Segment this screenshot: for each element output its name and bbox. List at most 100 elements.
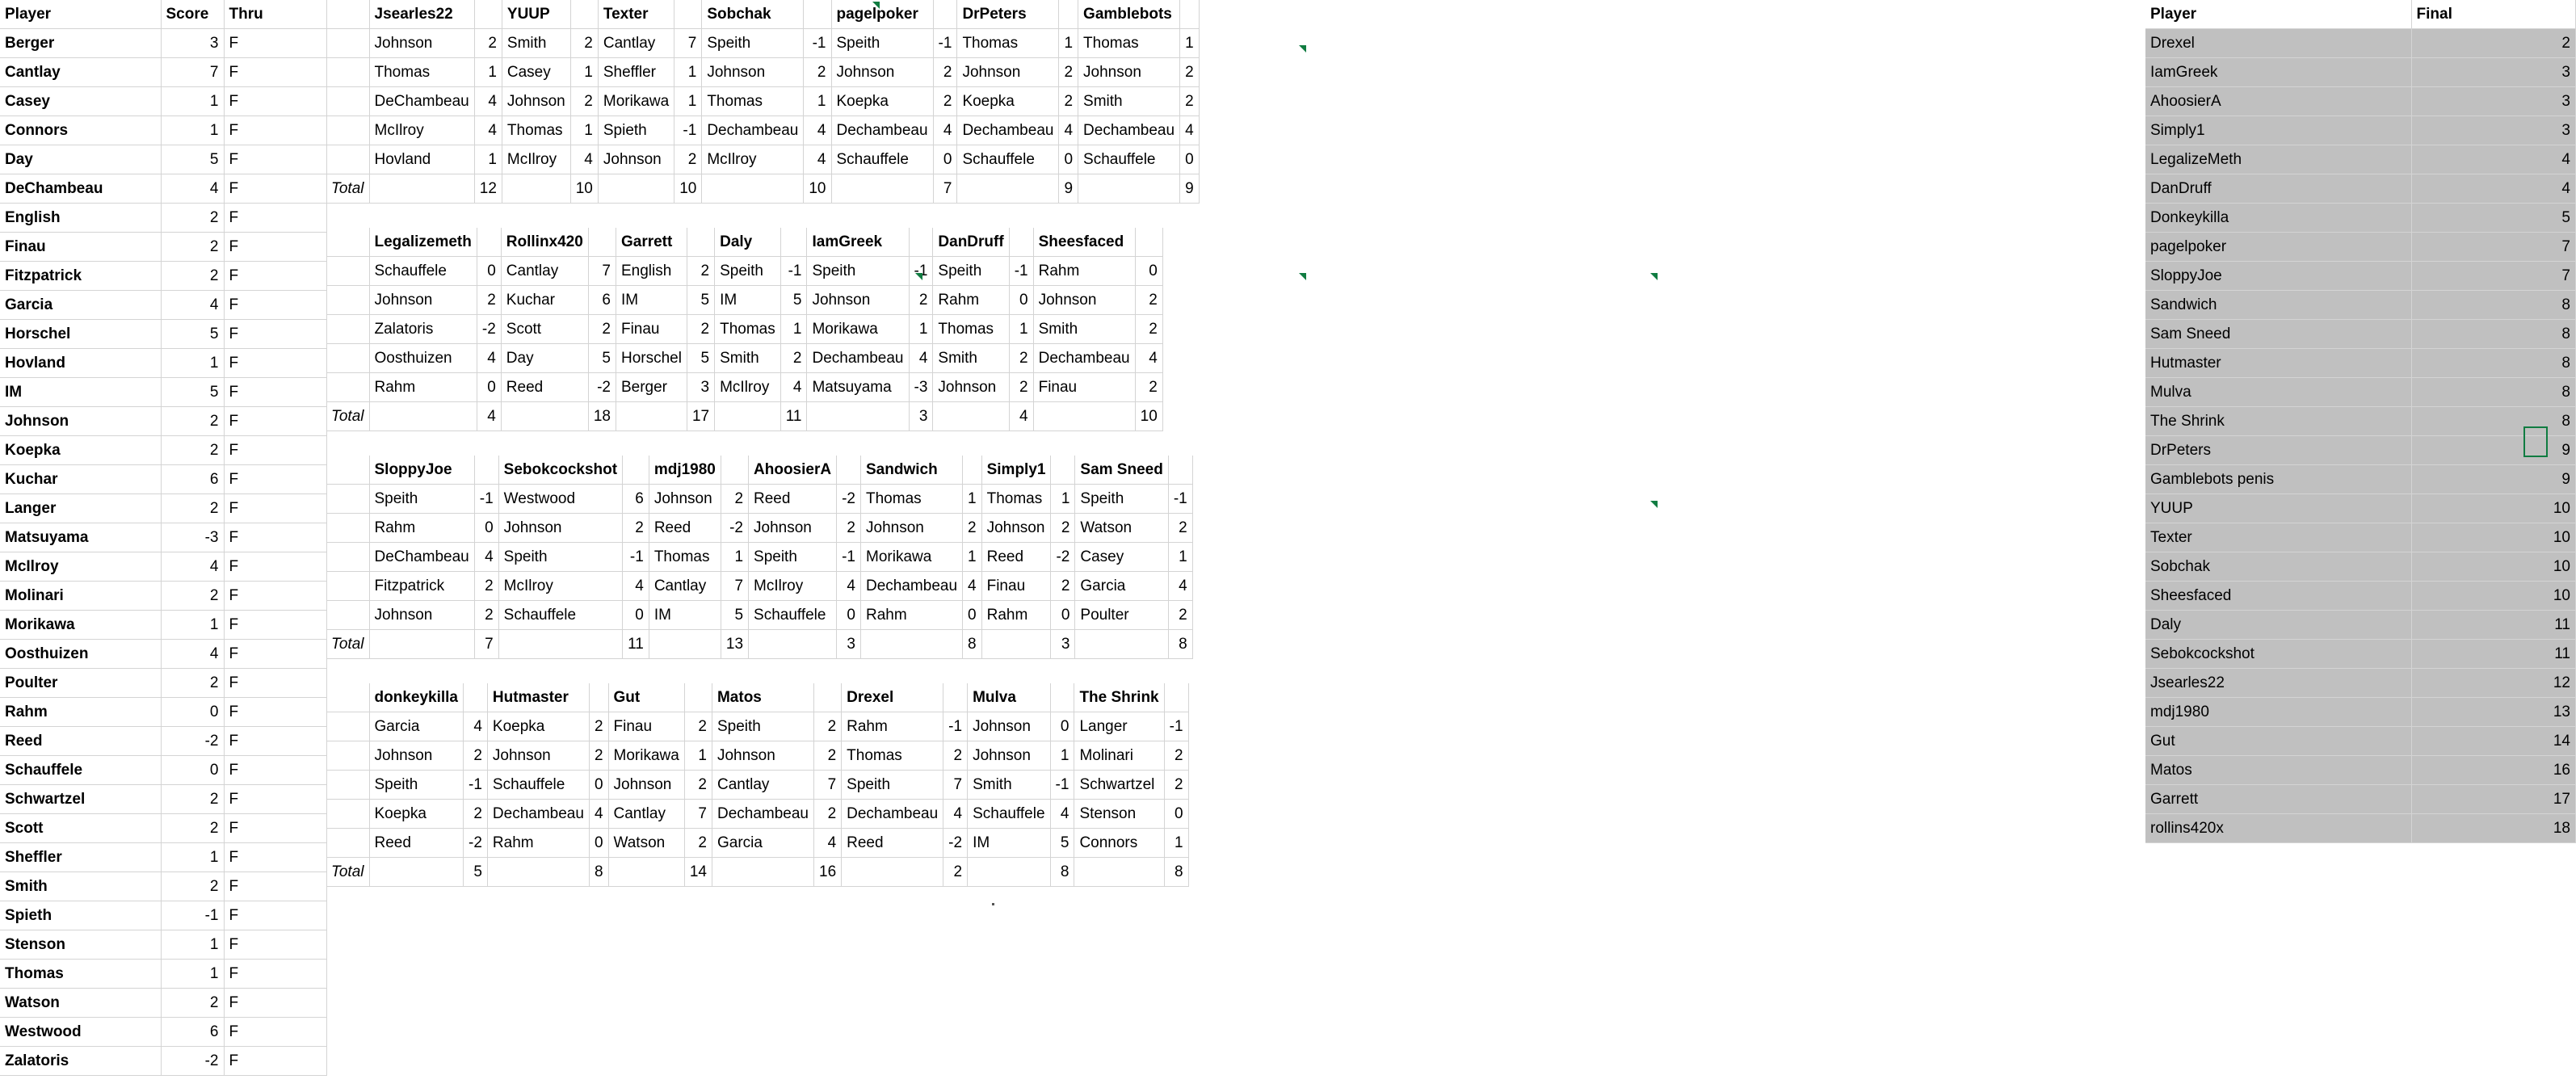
team-pick-value[interactable]: 2 — [943, 741, 969, 771]
team-pick-name[interactable]: Rahm — [369, 372, 477, 402]
team-pick-value[interactable]: 1 — [803, 86, 832, 116]
team-pick-value[interactable]: 1 — [909, 314, 934, 344]
team-pick-value[interactable]: 4 — [463, 712, 488, 741]
team-pick-value[interactable]: 0 — [1058, 145, 1079, 174]
standings-player-cell[interactable]: Sobchak — [2145, 552, 2412, 582]
standings-player-cell[interactable]: Sheesfaced — [2145, 581, 2412, 611]
team-pick-value[interactable]: 2 — [684, 712, 712, 741]
team-pick-value[interactable]: 2 — [1058, 86, 1079, 116]
leaderboard-row[interactable]: Morikawa 1 F — [0, 610, 327, 640]
standings-final-cell[interactable]: 10 — [2411, 494, 2576, 523]
team-pick-value[interactable]: 2 — [589, 712, 609, 741]
player-thru-cell[interactable]: F — [224, 697, 327, 727]
team-pick-value[interactable]: 2 — [570, 28, 599, 58]
player-name-cell[interactable]: Horschel — [0, 319, 162, 349]
team-pick-value[interactable]: 0 — [474, 513, 499, 543]
team-pick-value[interactable]: 0 — [477, 372, 502, 402]
player-score-cell[interactable]: 5 — [161, 377, 225, 407]
player-score-cell[interactable]: 4 — [161, 552, 225, 582]
team-pick-name[interactable]: Dechambeau — [831, 116, 934, 145]
standings-final-cell[interactable]: 14 — [2411, 726, 2576, 756]
team-pick-name[interactable]: Molinari — [1074, 741, 1165, 771]
team-pick-value[interactable]: 4 — [962, 571, 982, 601]
player-name-cell[interactable]: Westwood — [0, 1017, 162, 1047]
team-pick-name[interactable]: Thomas — [502, 116, 571, 145]
team-pick-value[interactable]: -1 — [803, 28, 832, 58]
team-pick-name[interactable]: Rahm — [860, 600, 964, 630]
team-pick-value[interactable]: 5 — [687, 343, 716, 373]
player-score-cell[interactable]: 5 — [161, 145, 225, 174]
team-pick-name[interactable]: Reed — [981, 542, 1052, 572]
team-pick-name[interactable]: Smith — [967, 770, 1051, 800]
team-pick-name[interactable]: Watson — [608, 828, 685, 858]
team-pick-name[interactable]: IM — [967, 828, 1051, 858]
player-name-cell[interactable]: Schwartzel — [0, 784, 162, 814]
team-pick-name[interactable]: Johnson — [1033, 285, 1136, 315]
standings-final-cell[interactable]: 7 — [2411, 232, 2576, 262]
team-pick-value[interactable]: 1 — [570, 116, 599, 145]
team-pick-name[interactable]: Oosthuizen — [369, 343, 477, 373]
player-thru-cell[interactable]: F — [224, 668, 327, 698]
player-thru-cell[interactable]: F — [224, 1017, 327, 1047]
team-name-header[interactable]: Simply1 — [981, 456, 1052, 485]
team-pick-name[interactable]: Rahm — [932, 285, 1010, 315]
team-pick-value[interactable]: -1 — [474, 484, 499, 514]
team-pick-value[interactable]: 2 — [721, 484, 750, 514]
player-score-cell[interactable]: 2 — [161, 872, 225, 901]
team-pick-value[interactable]: -1 — [1168, 484, 1193, 514]
team-pick-name[interactable]: Reed — [841, 828, 944, 858]
team-pick-name[interactable]: Rahm — [841, 712, 944, 741]
team-pick-name[interactable]: Stenson — [1074, 799, 1165, 829]
team-pick-value[interactable]: 2 — [836, 513, 861, 543]
leaderboard-row[interactable]: Sheffler 1 F — [0, 842, 327, 872]
team-pick-value[interactable]: 1 — [1164, 828, 1189, 858]
player-thru-cell[interactable]: F — [224, 28, 327, 58]
team-pick-name[interactable]: Dechambeau — [841, 799, 944, 829]
player-name-cell[interactable]: English — [0, 203, 162, 233]
team-pick-value[interactable]: 2 — [684, 770, 712, 800]
team-pick-name[interactable]: Smith — [714, 343, 781, 373]
player-score-cell[interactable]: 2 — [161, 406, 225, 436]
team-pick-name[interactable]: English — [616, 256, 687, 286]
team-pick-value[interactable]: -3 — [909, 372, 934, 402]
standings-final-cell[interactable]: 10 — [2411, 523, 2576, 552]
player-name-cell[interactable]: Cantlay — [0, 57, 162, 87]
standings-final-cell[interactable]: 8 — [2411, 290, 2576, 320]
team-pick-value[interactable]: 0 — [589, 828, 609, 858]
team-pick-name[interactable]: Poulter — [1074, 600, 1169, 630]
team-pick-value[interactable]: 2 — [1050, 571, 1076, 601]
team-pick-value[interactable]: 2 — [1135, 372, 1163, 402]
team-pick-name[interactable]: Fitzpatrick — [369, 571, 475, 601]
standings-row[interactable]: mdj1980 13 — [2145, 697, 2576, 727]
team-pick-name[interactable]: Johnson — [369, 285, 477, 315]
team-pick-value[interactable]: 0 — [1009, 285, 1034, 315]
standings-player-cell[interactable]: Hutmaster — [2145, 348, 2412, 378]
player-score-cell[interactable]: 1 — [161, 610, 225, 640]
standings-row[interactable]: SloppyJoe 7 — [2145, 261, 2576, 291]
player-score-cell[interactable]: 2 — [161, 261, 225, 291]
team-pick-name[interactable]: Johnson — [1078, 57, 1181, 87]
player-thru-cell[interactable]: F — [224, 494, 327, 523]
team-pick-value[interactable]: -2 — [721, 513, 750, 543]
player-score-cell[interactable]: 2 — [161, 784, 225, 814]
player-name-cell[interactable]: Zalatoris — [0, 1046, 162, 1076]
player-name-cell[interactable]: Johnson — [0, 406, 162, 436]
team-pick-name[interactable]: Watson — [1074, 513, 1169, 543]
standings-row[interactable]: Garrett 17 — [2145, 784, 2576, 814]
team-pick-name[interactable]: Thomas — [956, 28, 1060, 58]
leaderboard-row[interactable]: Thomas 1 F — [0, 959, 327, 989]
standings-final-cell[interactable]: 8 — [2411, 406, 2576, 436]
standings-row[interactable]: Sam Sneed 8 — [2145, 319, 2576, 349]
team-pick-name[interactable]: Schauffele — [369, 256, 477, 286]
standings-row[interactable]: Sheesfaced 10 — [2145, 581, 2576, 611]
standings-final-cell[interactable]: 9 — [2411, 464, 2576, 494]
team-pick-value[interactable]: -1 — [780, 256, 808, 286]
team-pick-value[interactable]: -2 — [943, 828, 969, 858]
team-pick-name[interactable]: Johnson — [712, 741, 815, 771]
team-pick-value[interactable]: 4 — [803, 145, 832, 174]
team-pick-value[interactable]: 1 — [1179, 28, 1200, 58]
player-name-cell[interactable]: DeChambeau — [0, 174, 162, 204]
standings-final-cell[interactable]: 10 — [2411, 581, 2576, 611]
player-thru-cell[interactable]: F — [224, 901, 327, 930]
team-pick-value[interactable]: 2 — [687, 256, 716, 286]
